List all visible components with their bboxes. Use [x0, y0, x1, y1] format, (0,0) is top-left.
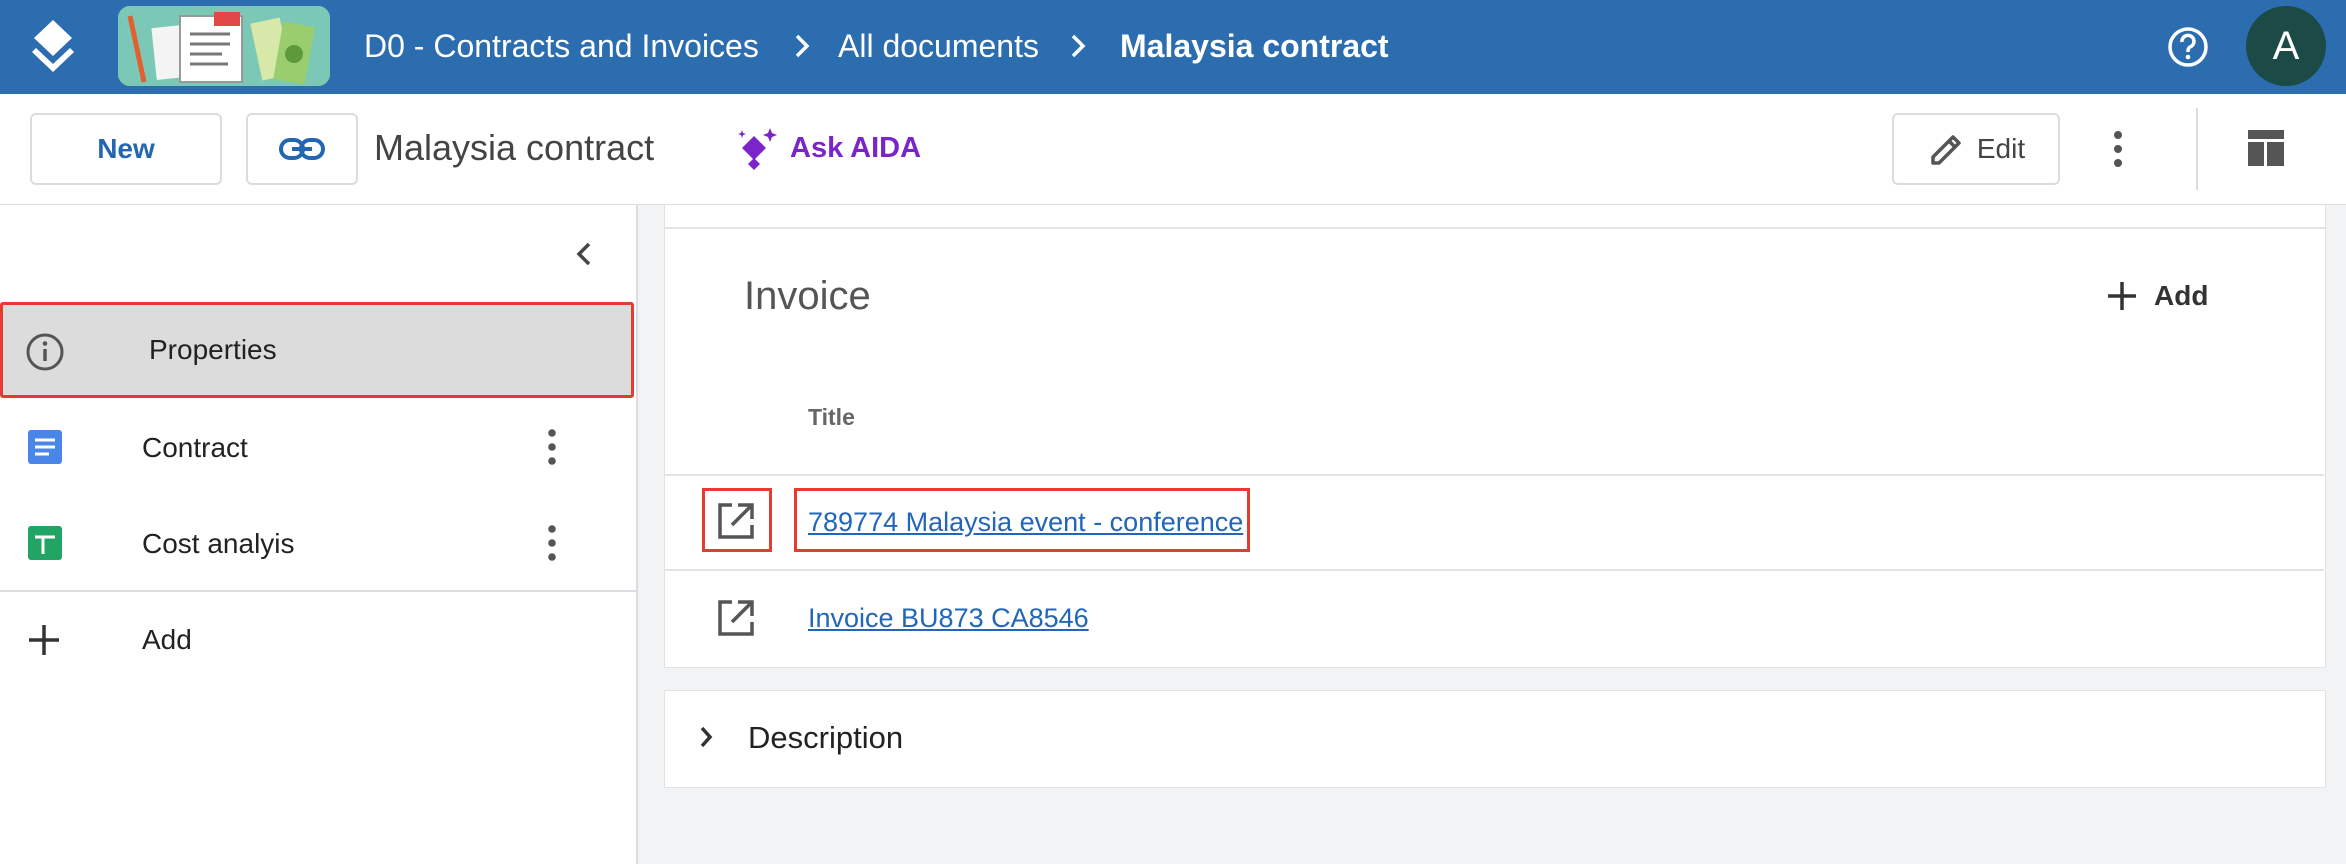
open-external-icon[interactable] — [716, 501, 756, 541]
layers-logo-icon[interactable] — [30, 18, 76, 74]
sidebar-item-label: Contract — [142, 432, 248, 463]
more-options-icon[interactable] — [542, 427, 562, 467]
chevron-right-icon — [1060, 28, 1096, 64]
row-divider — [664, 569, 2324, 571]
spreadsheet-icon — [28, 526, 62, 560]
invoice-link[interactable]: Invoice BU873 CA8546 — [808, 600, 1089, 636]
toolbar-divider — [2196, 108, 2198, 190]
plus-icon — [29, 625, 59, 655]
description-section-title[interactable]: Description — [748, 717, 903, 759]
edit-label: Edit — [1976, 133, 2026, 164]
sidebar-item-cost-analysis[interactable]: Cost analyis — [0, 496, 636, 592]
sparkle-icon — [738, 128, 777, 170]
sidebar-item-label: Properties — [149, 334, 277, 365]
collapse-sidebar-icon[interactable] — [568, 236, 600, 272]
copy-link-button[interactable] — [246, 113, 358, 185]
avatar[interactable]: A — [2246, 6, 2326, 86]
breadcrumb-current: Malaysia contract — [1120, 28, 1389, 64]
sidebar-item-properties[interactable]: Properties — [0, 302, 634, 398]
add-label: Add — [2154, 280, 2209, 311]
chevron-right-icon — [784, 28, 820, 64]
sidebar-add-button[interactable]: Add — [0, 592, 636, 688]
edit-button[interactable]: Edit — [1892, 113, 2060, 185]
breadcrumb-workspace[interactable]: D0 - Contracts and Invoices — [364, 24, 759, 68]
help-circle-icon[interactable] — [2166, 25, 2210, 69]
add-invoice-button[interactable]: Add — [2106, 274, 2208, 318]
section-title: Invoice — [744, 274, 871, 318]
new-button[interactable]: New — [30, 113, 222, 185]
sidebar-add-label: Add — [142, 624, 192, 655]
breadcrumb-all-documents[interactable]: All documents — [838, 24, 1039, 68]
ask-aida-label: Ask AIDA — [790, 131, 922, 164]
invoice-link[interactable]: 789774 Malaysia event - conference — [808, 504, 1243, 540]
row-divider — [664, 474, 2324, 476]
sidebar-item-contract[interactable]: Contract — [0, 400, 636, 496]
column-header-title: Title — [808, 404, 855, 430]
more-options-icon[interactable] — [2100, 126, 2136, 172]
info-icon — [26, 333, 64, 371]
chevron-right-icon[interactable] — [692, 720, 720, 754]
layout-panel-icon[interactable] — [2246, 128, 2286, 168]
sidebar-item-label: Cost analyis — [142, 528, 295, 559]
plus-icon — [2108, 282, 2136, 310]
description-section-card[interactable] — [664, 690, 2326, 788]
ask-aida-button[interactable]: Ask AIDA — [734, 126, 921, 170]
more-options-icon[interactable] — [542, 523, 562, 563]
workspace-banner-image — [118, 6, 330, 86]
previous-section-card — [664, 205, 2326, 228]
document-icon — [28, 430, 62, 464]
link-icon — [279, 138, 325, 160]
document-title: Malaysia contract — [374, 127, 655, 168]
open-external-icon[interactable] — [716, 598, 756, 638]
pencil-icon — [1931, 135, 1961, 165]
